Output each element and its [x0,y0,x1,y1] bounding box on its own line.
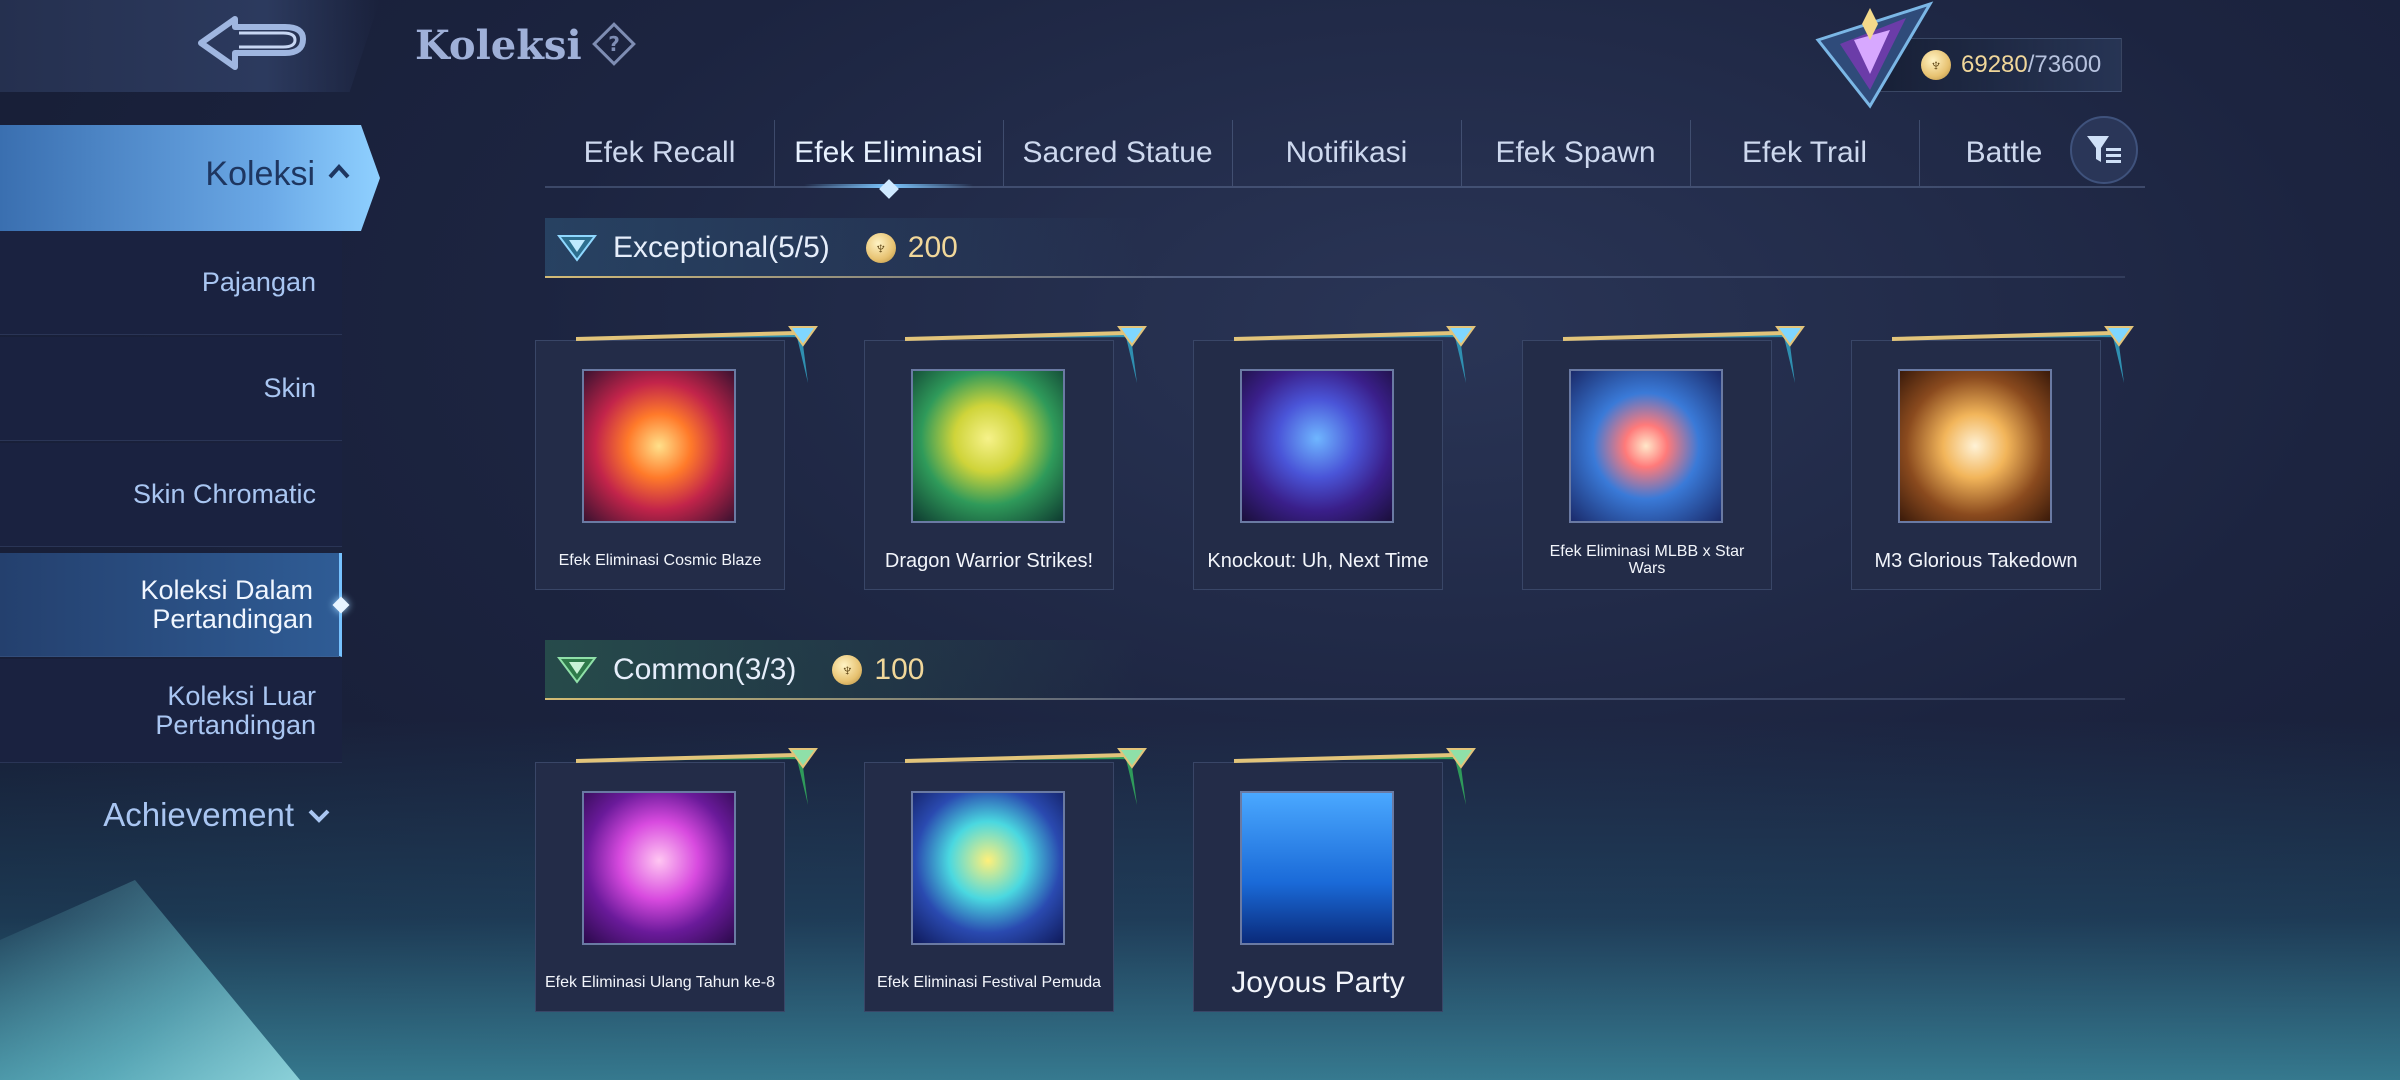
tab-sacred-statue[interactable]: Sacred Statue [1003,120,1232,186]
exceptional-rank-icon [557,235,597,262]
sidebar-item-label: Achievement [103,796,294,833]
section-title: Exceptional [613,231,769,264]
tab-efek-recall[interactable]: Efek Recall [545,120,774,186]
sidebar-item-achievement[interactable]: Achievement [0,785,342,845]
section-title: Common [613,653,735,686]
sidebar-item-pajangan[interactable]: Pajangan [0,231,342,335]
filter-button[interactable] [2070,116,2138,184]
cosmic-blaze-thumbnail [582,369,736,523]
collection-card[interactable]: Efek Eliminasi MLBB x Star Wars [1522,326,1805,590]
chevron-down-icon [308,809,330,823]
sidebar-item-koleksi-dalam-pertandingan[interactable]: Koleksi Dalam Pertandingan [0,553,350,657]
collection-card[interactable]: Efek Eliminasi Festival Pemuda [864,748,1147,1012]
ulang-tahun-thumbnail [582,791,736,945]
collection-card[interactable]: Efek Eliminasi Cosmic Blaze [535,326,818,590]
sidebar-item-label: Skin [263,373,316,404]
background-crystal [0,880,300,1080]
sidebar-item-skin-chromatic[interactable]: Skin Chromatic [0,443,342,547]
section-points: 100 [874,653,925,686]
star-wars-thumbnail [1569,369,1723,523]
tab-label: Battle [1965,136,2043,169]
tab-efek-spawn[interactable]: Efek Spawn [1461,120,1690,186]
sidebar-item-label: Koleksi Luar Pertandingan [155,681,316,740]
card-name: Efek Eliminasi Festival Pemuda [876,973,1102,991]
common-rank-icon [557,657,597,684]
back-button[interactable] [190,12,320,78]
question-icon: ? [592,22,636,66]
page-title: Koleksi [415,22,582,69]
card-name: Efek Eliminasi MLBB x Star Wars [1549,543,1745,577]
collection-card[interactable]: Joyous Party [1193,748,1476,1012]
coin-icon: ♆ [865,233,896,263]
collection-card[interactable]: Knockout: Uh, Next Time [1193,326,1476,590]
tab-label: Sacred Statue [1022,136,1213,169]
dragon-warrior-thumbnail [911,369,1065,523]
back-arrow-icon [198,16,306,70]
section-header-common: Common(3/3) ♆ 100 [545,640,2125,700]
m3-takedown-thumbnail [1898,369,2052,523]
tab-battle[interactable]: Battle [1919,120,2089,186]
card-name: Efek Eliminasi Cosmic Blaze [558,551,762,569]
tab-efek-trail[interactable]: Efek Trail [1690,120,1919,186]
section-count: (5/5) [768,231,830,264]
sidebar-main-koleksi[interactable] [0,125,380,231]
collection-card[interactable]: Efek Eliminasi Ulang Tahun ke-8 [535,748,818,1012]
section-count: (3/3) [734,653,797,686]
help-button[interactable]: ? [592,22,636,66]
svg-text:?: ? [608,32,620,56]
sidebar-item-koleksi-luar-pertandingan[interactable]: Koleksi Luar Pertandingan [0,659,342,763]
active-indicator-icon [332,596,350,614]
tab-notifikasi[interactable]: Notifikasi [1232,120,1461,186]
tab-label: Efek Eliminasi [794,136,983,169]
category-tabs: Efek Recall Efek Eliminasi Sacred Statue… [545,120,2145,199]
card-name: Efek Eliminasi Ulang Tahun ke-8 [544,973,776,991]
filter-icon [2087,136,2121,163]
sidebar-main-label: Koleksi [205,155,315,193]
joyous-party-thumbnail [1240,791,1394,945]
sidebar-item-skin[interactable]: Skin [0,337,342,441]
knockout-thumbnail [1240,369,1394,523]
tab-label: Notifikasi [1285,136,1408,169]
section-header-exceptional: Exceptional(5/5) ♆ 200 [545,218,2125,278]
card-name: Joyous Party [1231,966,1405,1000]
festival-pemuda-thumbnail [911,791,1065,945]
section-points: 200 [907,231,958,264]
card-name: Knockout: Uh, Next Time [1207,549,1429,572]
chevron-up-icon [326,159,352,185]
currency-amount: 69280 [1961,51,2028,78]
tab-efek-eliminasi[interactable]: Efek Eliminasi [774,120,1003,199]
currency-max: 73600 [2034,51,2102,78]
sidebar-item-label: Skin Chromatic [132,479,316,510]
collection-card[interactable]: Dragon Warrior Strikes! [864,326,1147,590]
sidebar-item-label: Koleksi Dalam Pertandingan [140,575,313,634]
tab-active-arrow-icon [878,179,899,199]
tab-label: Efek Recall [583,136,736,169]
tab-label: Efek Spawn [1495,136,1656,169]
sidebar-item-label: Pajangan [201,267,316,298]
card-name: Dragon Warrior Strikes! [884,549,1094,572]
tab-label: Efek Trail [1741,136,1868,169]
collection-card[interactable]: M3 Glorious Takedown [1851,326,2134,590]
rank-emblem-icon [1800,0,1940,110]
card-name: M3 Glorious Takedown [1874,549,2078,572]
